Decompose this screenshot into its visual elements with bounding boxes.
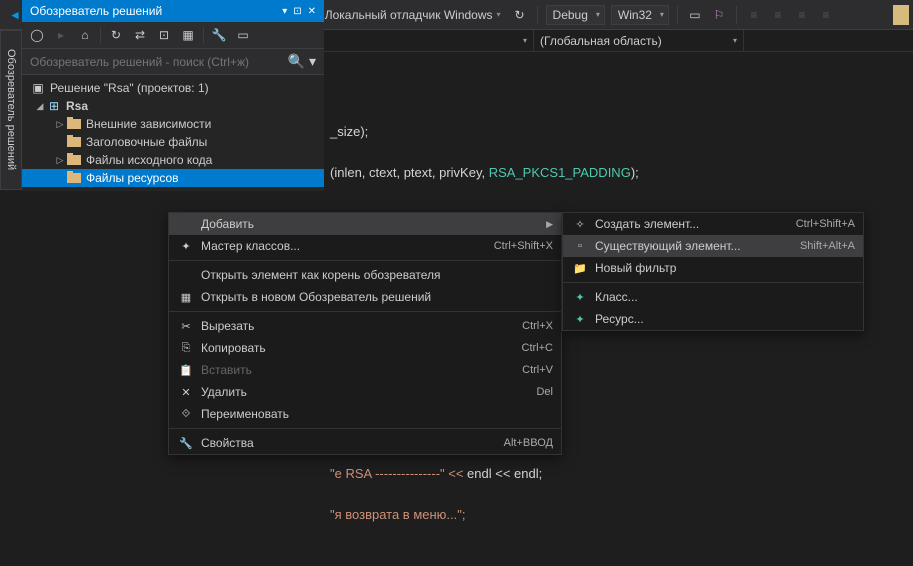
- panel-dd-icon[interactable]: ▾: [282, 6, 287, 17]
- menu-add[interactable]: Добавить ▶: [169, 213, 561, 235]
- collapse-icon[interactable]: ◢: [34, 101, 46, 112]
- paste-icon: 📋: [177, 364, 195, 377]
- menu-new-filter[interactable]: 📁 Новый фильтр: [563, 257, 863, 279]
- search-icon[interactable]: 🔍 ▾: [288, 53, 316, 70]
- solution-tree: ▣ Решение "Rsa" (проектов: 1) ◢ ⊞ Rsa ▷ …: [22, 75, 324, 191]
- side-tab-solution[interactable]: Обозреватель решений: [0, 30, 22, 190]
- cut-icon: ✂: [177, 320, 195, 333]
- menu-cut[interactable]: ✂ Вырезать Ctrl+X: [169, 315, 561, 337]
- config-combo[interactable]: Debug: [546, 5, 605, 25]
- context-submenu-add: ✧ Создать элемент... Ctrl+Shift+A ▫ Суще…: [562, 212, 864, 331]
- refresh-icon[interactable]: ⇄: [131, 26, 149, 44]
- menu-delete[interactable]: ✕ Удалить Del: [169, 381, 561, 403]
- filter-icon: 📁: [571, 262, 589, 275]
- submenu-arrow-icon: ▶: [546, 219, 553, 230]
- tree-solution[interactable]: ▣ Решение "Rsa" (проектов: 1): [22, 79, 324, 97]
- tree-sources[interactable]: ▷ Файлы исходного кода: [22, 151, 324, 169]
- project-icon: ⊞: [46, 99, 62, 113]
- props-icon[interactable]: 🔧: [210, 26, 228, 44]
- wrench-icon: 🔧: [177, 437, 195, 450]
- expand-icon[interactable]: ▷: [54, 155, 66, 166]
- preview-icon[interactable]: ▭: [234, 26, 252, 44]
- resource-icon: ✦: [571, 313, 589, 326]
- existing-item-icon: ▫: [571, 240, 589, 252]
- menu-properties[interactable]: 🔧 Свойства Alt+ВВОД: [169, 432, 561, 454]
- tb-icon-6[interactable]: ≡: [815, 4, 837, 26]
- menu-class[interactable]: ✦ Класс...: [563, 286, 863, 308]
- search-input[interactable]: [30, 55, 288, 69]
- solution-explorer: Обозреватель решений ▾ ⊡ ✕ ◯ ▸ ⌂ ↻ ⇄ ⊡ ▦…: [22, 0, 324, 191]
- tree-ext-deps[interactable]: ▷ Внешние зависимости: [22, 115, 324, 133]
- tb-icon-5[interactable]: ≡: [791, 4, 813, 26]
- back-icon[interactable]: ◯: [28, 26, 46, 44]
- panel-pin-icon[interactable]: ⊡: [293, 6, 301, 17]
- menu-open-as-root[interactable]: Открыть элемент как корень обозревателя: [169, 264, 561, 286]
- panel-search: 🔍 ▾: [22, 49, 324, 75]
- menu-paste: 📋 Вставить Ctrl+V: [169, 359, 561, 381]
- editor-left-combo[interactable]: [324, 30, 534, 51]
- refresh-button[interactable]: ↻: [509, 4, 531, 26]
- folder-icon: [66, 171, 82, 185]
- menu-open-in-new[interactable]: ▦ Открыть в новом Обозреватель решений: [169, 286, 561, 308]
- bookmark-icon[interactable]: [893, 5, 909, 25]
- delete-icon: ✕: [177, 386, 195, 399]
- collapse-icon[interactable]: ⊡: [155, 26, 173, 44]
- menu-class-wizard[interactable]: ✦ Мастер классов... Ctrl+Shift+X: [169, 235, 561, 257]
- panel-toolbar: ◯ ▸ ⌂ ↻ ⇄ ⊡ ▦ 🔧 ▭: [22, 22, 324, 49]
- editor-scope-combo[interactable]: (Глобальная область): [534, 30, 744, 51]
- tb-icon-2[interactable]: ⚐: [708, 4, 730, 26]
- expand-icon[interactable]: ▷: [54, 119, 66, 130]
- menu-existing-item[interactable]: ▫ Существующий элемент... Shift+Alt+A: [563, 235, 863, 257]
- folder-icon: [66, 117, 82, 131]
- show-all-icon[interactable]: ▦: [179, 26, 197, 44]
- window-icon: ▦: [177, 291, 195, 304]
- rename-icon: ⟐: [177, 408, 195, 421]
- platform-combo[interactable]: Win32: [611, 5, 669, 25]
- wizard-icon: ✦: [177, 240, 195, 253]
- solution-icon: ▣: [30, 81, 46, 95]
- tree-project[interactable]: ◢ ⊞ Rsa: [22, 97, 324, 115]
- menu-resource[interactable]: ✦ Ресурс...: [563, 308, 863, 330]
- tb-icon-3[interactable]: ≡: [743, 4, 765, 26]
- home-icon[interactable]: ⌂: [76, 26, 94, 44]
- class-icon: ✦: [571, 291, 589, 304]
- panel-title-bar[interactable]: Обозреватель решений ▾ ⊡ ✕: [22, 0, 324, 22]
- launch-target[interactable]: Локальный отладчик Windows ▾: [319, 4, 507, 26]
- panel-title: Обозреватель решений: [30, 4, 162, 18]
- menu-copy[interactable]: ⎘ Копировать Ctrl+C: [169, 337, 561, 359]
- menu-rename[interactable]: ⟐ Переименовать: [169, 403, 561, 425]
- new-item-icon: ✧: [571, 218, 589, 231]
- tree-resources[interactable]: Файлы ресурсов: [22, 169, 324, 187]
- tree-headers[interactable]: Заголовочные файлы: [22, 133, 324, 151]
- copy-icon: ⎘: [177, 342, 195, 355]
- context-menu: Добавить ▶ ✦ Мастер классов... Ctrl+Shif…: [168, 212, 562, 455]
- launch-label: Локальный отладчик Windows: [325, 8, 493, 22]
- panel-close-icon[interactable]: ✕: [308, 6, 316, 17]
- folder-icon: [66, 153, 82, 167]
- sync-icon[interactable]: ↻: [107, 26, 125, 44]
- menu-new-item[interactable]: ✧ Создать элемент... Ctrl+Shift+A: [563, 213, 863, 235]
- tb-icon-1[interactable]: ▭: [684, 4, 706, 26]
- folder-icon: [66, 135, 82, 149]
- tb-icon-4[interactable]: ≡: [767, 4, 789, 26]
- fwd-icon[interactable]: ▸: [52, 26, 70, 44]
